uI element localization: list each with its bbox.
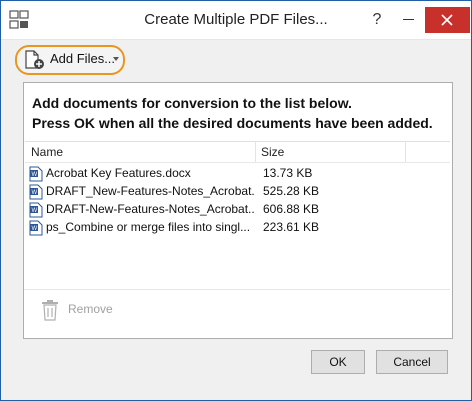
file-size: 606.88 KB [263, 202, 320, 216]
svg-text:W: W [32, 190, 38, 196]
svg-text:W: W [32, 172, 38, 178]
file-name: DRAFT_New-Features-Notes_Acrobat... [46, 184, 254, 198]
title-bar: Create Multiple PDF Files... ? [1, 1, 471, 40]
file-size: 525.28 KB [263, 184, 320, 198]
list-item[interactable]: W DRAFT-New-Features-Notes_Acrobat... 60… [25, 201, 450, 219]
divider [24, 289, 450, 290]
column-header-name[interactable]: Name [31, 145, 63, 159]
word-document-icon: W [29, 202, 43, 218]
add-document-icon [24, 50, 46, 75]
close-icon [441, 14, 453, 26]
column-header-size[interactable]: Size [261, 145, 284, 159]
file-list-panel: Add documents for conversion to the list… [23, 82, 453, 339]
remove-label: Remove [68, 302, 113, 316]
instructions-line-2: Press OK when all the desired documents … [32, 115, 433, 131]
cancel-button[interactable]: Cancel [376, 350, 448, 374]
column-divider[interactable] [405, 142, 406, 162]
file-name: ps_Combine or merge files into singl... [46, 220, 251, 234]
close-button[interactable] [425, 7, 470, 33]
chevron-down-icon[interactable] [113, 57, 119, 61]
file-name: DRAFT-New-Features-Notes_Acrobat... [46, 202, 254, 216]
list-item[interactable]: W Acrobat Key Features.docx 13.73 KB [25, 165, 450, 183]
list-item[interactable]: W DRAFT_New-Features-Notes_Acrobat... 52… [25, 183, 450, 201]
word-document-icon: W [29, 184, 43, 200]
svg-text:W: W [32, 226, 38, 232]
add-files-label: Add Files... [50, 51, 116, 66]
minimize-button[interactable] [395, 7, 423, 33]
add-files-button[interactable]: Add Files... [15, 45, 125, 75]
remove-button[interactable]: Remove [38, 297, 128, 323]
instructions-line-1: Add documents for conversion to the list… [32, 95, 352, 111]
word-document-icon: W [29, 166, 43, 182]
file-size: 223.61 KB [263, 220, 320, 234]
list-header: Name Size [25, 142, 450, 163]
list-item[interactable]: W ps_Combine or merge files into singl..… [25, 219, 450, 237]
file-name: Acrobat Key Features.docx [46, 166, 191, 180]
file-size: 13.73 KB [263, 166, 313, 180]
svg-text:W: W [32, 208, 38, 214]
help-button[interactable]: ? [363, 7, 391, 33]
word-document-icon: W [29, 220, 43, 236]
create-multiple-pdf-dialog: Create Multiple PDF Files... ? Add Files… [0, 0, 472, 401]
trash-icon [40, 299, 60, 326]
instructions-text: Add documents for conversion to the list… [32, 93, 433, 133]
file-list[interactable]: Name Size W Acrobat Key Features.docx 13… [25, 141, 450, 268]
ok-button[interactable]: OK [311, 350, 365, 374]
column-divider[interactable] [255, 142, 256, 162]
